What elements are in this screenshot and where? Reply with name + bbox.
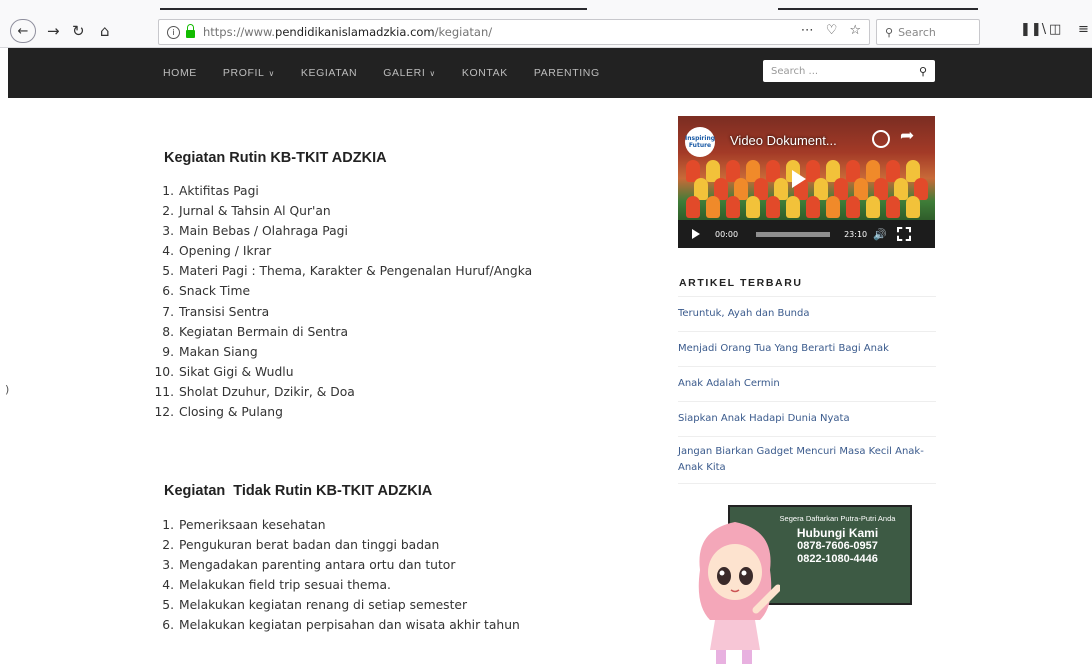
list-item: 7. Transisi Sentra <box>162 304 270 319</box>
list-rutin: 1. Aktifitas Pagi 2. Jurnal & Tahsin Al Qur… <box>150 181 532 422</box>
forward-icon[interactable]: → <box>47 20 60 42</box>
play-button[interactable] <box>692 229 700 239</box>
site-navigation: HOME PROFIL ∨ KEGIATAN GALERI ∨ KONTAK PARENTIN… <box>8 48 1092 98</box>
nav-item-kegiatan[interactable]: KEGIATAN <box>301 67 357 79</box>
watch-later-icon[interactable] <box>872 130 890 148</box>
thumbnail-figure <box>806 196 820 218</box>
article-link[interactable]: Siapkan Anak Hadapi Dunia Nyata <box>678 402 936 437</box>
tab-strip-line <box>778 8 978 10</box>
volume-icon[interactable]: 🔊 <box>873 228 887 241</box>
current-time: 00:00 <box>715 229 739 239</box>
list-item: 3. Mengadakan parenting antara ortu dan t… <box>162 558 456 573</box>
duration: 23:10 <box>844 229 868 239</box>
main-menu: HOME PROFIL ∨ KEGIATAN GALERI ∨ KONTAK PARENTIN… <box>163 48 626 98</box>
list-item: 3. Main Bebas / Olahraga Pagi <box>162 224 348 239</box>
thumbnail-figure <box>826 196 840 218</box>
site-search-input[interactable]: Search ... ⚲ <box>763 60 935 82</box>
list-item: 1. Pemeriksaan kesehatan <box>162 518 326 532</box>
list-item: 4. Melakukan field trip sesuai thema. <box>162 578 391 593</box>
reload-icon[interactable]: ↻ <box>72 20 85 42</box>
sidebar-icon[interactable]: ◫ <box>1049 22 1061 37</box>
bookmark-star-icon[interactable]: ☆ <box>849 23 861 38</box>
girl-mascot-illustration <box>698 522 780 664</box>
banner-phone-1: 0878-7606-0957 <box>797 540 878 552</box>
nav-item-kontak[interactable]: KONTAK <box>462 67 508 79</box>
chevron-down-icon[interactable]: ∨ <box>268 69 274 78</box>
list-item: 2. Jurnal & Tahsin Al Qur'an <box>162 204 331 219</box>
fullscreen-icon[interactable] <box>896 227 911 241</box>
tab-strip-line <box>160 8 587 10</box>
browser-toolbar: ← → ↻ ⌂ i https://www.pendidikanislamadz… <box>0 0 1092 48</box>
home-icon[interactable]: ⌂ <box>100 20 110 42</box>
list-item: 5. Materi Pagi : Thema, Karakter & Pengen… <box>162 264 533 279</box>
list-item: 11. Sholat Dzuhur, Dzikir, & Doa <box>154 384 355 399</box>
nav-item-home[interactable]: HOME <box>163 67 197 79</box>
menu-icon[interactable]: ≡ <box>1078 22 1089 37</box>
thumbnail-figure <box>846 196 860 218</box>
thumbnail-figure <box>766 196 780 218</box>
article-link[interactable]: Menjadi Orang Tua Yang Berarti Bagi Anak <box>678 332 936 367</box>
list-item: 1. Aktifitas Pagi <box>162 184 259 198</box>
article-link[interactable]: Jangan Biarkan Gadget Mencuri Masa Kecil… <box>678 437 936 484</box>
list-item: 5. Melakukan kegiatan renang di setiap se… <box>162 598 468 613</box>
video-controls: 00:00 23:10 🔊 <box>678 220 935 248</box>
video-thumbnail[interactable] <box>678 116 935 220</box>
search-icon: ⚲ <box>885 25 894 39</box>
library-icon[interactable]: ❚❚\ <box>1020 22 1046 37</box>
thumbnail-figure <box>906 196 920 218</box>
nav-item-parenting[interactable]: PARENTING <box>534 67 600 79</box>
search-icon[interactable]: ⚲ <box>919 65 927 78</box>
list-tidak-rutin: 1. Pemeriksaan kesehatan 2. Pengukuran bera… <box>150 515 520 636</box>
thumbnail-figure <box>706 196 720 218</box>
lock-icon[interactable] <box>186 23 195 38</box>
recent-articles: Teruntuk, Ayah dan Bunda Menjadi Orang Tu… <box>678 296 936 484</box>
nav-item-galeri[interactable]: GALERI ∨ <box>383 67 436 79</box>
article-link[interactable]: Anak Adalah Cermin <box>678 367 936 402</box>
chevron-down-icon[interactable]: ∨ <box>429 69 435 78</box>
list-item: 9. Makan Siang <box>162 344 258 359</box>
thumbnail-figure <box>686 196 700 218</box>
list-item: 8. Kegiatan Bermain di Sentra <box>162 324 349 339</box>
nav-item-profil[interactable]: PROFIL ∨ <box>223 67 275 79</box>
thumbnail-figure <box>786 196 800 218</box>
banner-tagline: Segera Daftarkan Putra-Putri Anda <box>779 514 896 523</box>
sidebar-heading: ARTIKEL TERBARU <box>679 277 803 289</box>
thumbnail-figure <box>866 196 880 218</box>
list-item: 6. Snack Time <box>162 284 251 299</box>
url-text[interactable]: https://www.pendidikanislamadzkia.com/ke… <box>203 25 492 39</box>
video-player[interactable]: Inspiring Future Video Dokument... ➦ 00:… <box>678 116 935 248</box>
share-icon[interactable]: ➦ <box>900 126 914 146</box>
section-title-tidak-rutin: Kegiatan Tidak Rutin KB-TKIT ADZKIA <box>164 483 433 499</box>
pocket-icon[interactable]: ♡ <box>826 23 838 38</box>
back-icon[interactable]: ← <box>10 19 36 43</box>
banner-phone-2: 0822-1080-4446 <box>797 553 878 565</box>
list-item: 2. Pengukuran berat badan dan tinggi bada… <box>162 538 440 553</box>
more-icon[interactable]: ⋯ <box>801 23 814 38</box>
video-title[interactable]: Video Dokument... <box>730 133 837 148</box>
banner-heading: Hubungi Kami <box>796 526 879 540</box>
browser-search-input[interactable]: ⚲ Search <box>876 19 980 45</box>
url-bar[interactable]: i https://www.pendidikanislamadzkia.com/… <box>158 19 870 45</box>
thumbnail-figure <box>746 196 760 218</box>
edge-glyph: ) <box>5 383 10 396</box>
section-title-rutin: Kegiatan Rutin KB-TKIT ADZKIA <box>164 150 387 166</box>
thumbnail-figure <box>726 196 740 218</box>
article-link[interactable]: Teruntuk, Ayah dan Bunda <box>678 297 936 332</box>
progress-bar[interactable] <box>756 231 831 237</box>
list-item: 6. Melakukan kegiatan perpisahan dan wisa… <box>162 618 520 633</box>
info-icon[interactable]: i <box>167 25 180 39</box>
play-icon[interactable] <box>792 170 806 188</box>
list-item: 10. Sikat Gigi & Wudlu <box>154 364 294 379</box>
thumbnail-figure <box>886 196 900 218</box>
channel-logo[interactable]: Inspiring Future <box>685 127 715 157</box>
list-item: 4. Opening / Ikrar <box>162 244 272 259</box>
list-item: 12. Closing & Pulang <box>154 405 283 420</box>
